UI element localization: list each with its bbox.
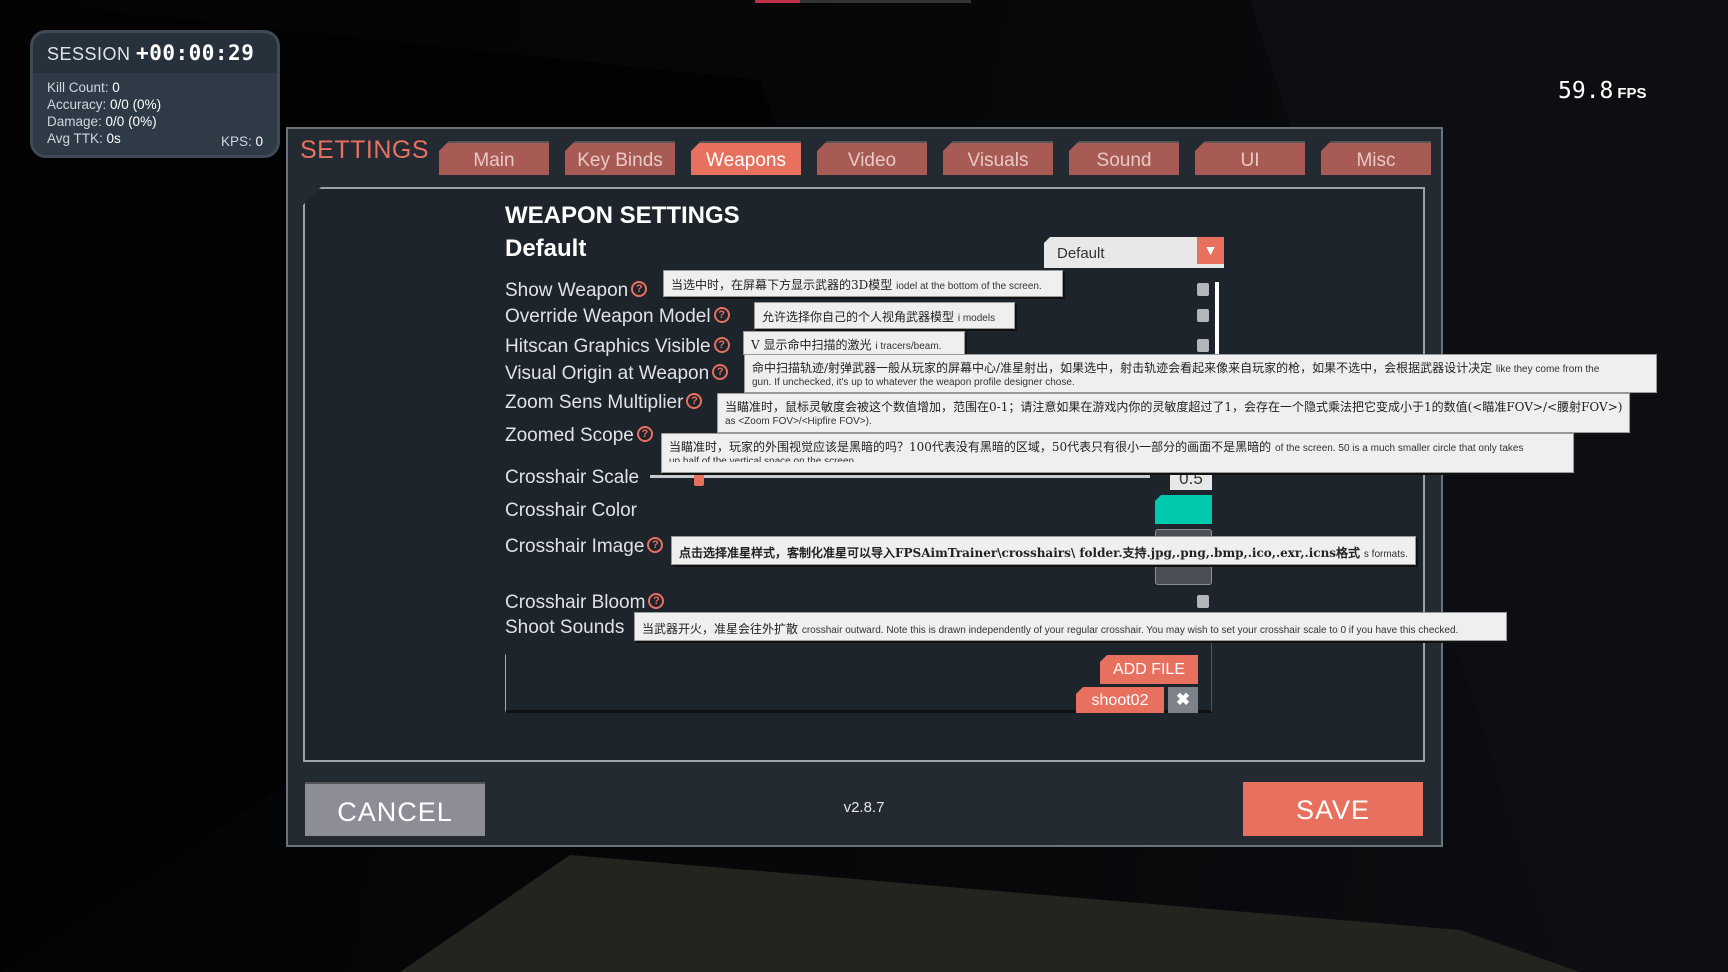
crosshair-color-label: Crosshair Color [505,500,637,521]
scrollbar[interactable] [1215,282,1219,354]
help-icon[interactable]: ? [636,426,653,442]
tooltip-crosshair-image: 点击选择准星样式，客制化准星可以导入FPSAimTrainer\crosshai… [671,536,1416,565]
tab-misc[interactable]: Misc [1321,141,1431,175]
tooltip-override-weapon-model: 允许选择你自己的个人视角武器模型 i models [754,302,1015,329]
help-icon[interactable]: ? [686,393,703,409]
profile-name: Default [505,235,587,262]
fps-label: FPS [1617,85,1647,102]
accuracy-value: 0/0 (0%) [110,97,162,112]
top-bar-accent [755,0,800,3]
show-weapon-label: Show Weapon? [505,280,648,302]
tooltip-hitscan-graphics: V 显示命中扫描的激光 i tracers/beam. [743,331,965,355]
version-label: v2.8.7 [843,799,885,816]
session-label: SESSION [47,44,131,64]
shoot-sounds-label: Shoot Sounds [505,617,625,638]
zoom-sens-multiplier-label: Zoom Sens Multiplier? [505,392,703,414]
kps: KPS: 0 [221,134,263,149]
tab-main[interactable]: Main [439,141,549,175]
close-icon[interactable]: ✖ [1168,687,1198,713]
accuracy: Accuracy: 0/0 (0%) [47,96,263,113]
tooltip-visual-origin: 命中扫描轨迹/射弹武器一般从玩家的屏幕中心/准星射出，如果选中，射击轨迹会看起来… [744,354,1657,393]
crosshair-image-label: Crosshair Image? [505,536,664,558]
override-weapon-model-checkbox[interactable] [1197,309,1209,322]
dropdown-value: Default [1057,245,1105,262]
visual-origin-label: Visual Origin at Weapon? [505,363,729,385]
kill-count-value: 0 [112,80,120,95]
show-weapon-checkbox[interactable] [1197,283,1209,296]
kps-value: 0 [255,134,263,149]
chevron-down-icon[interactable]: ▼ [1197,237,1224,264]
help-icon[interactable]: ? [648,593,665,609]
help-icon[interactable]: ? [713,337,730,353]
settings-title: SETTINGS [300,136,430,164]
override-weapon-model-label: Override Weapon Model? [505,306,730,328]
zoomed-scope-label: Zoomed Scope? [505,425,653,447]
tab-video[interactable]: Video [817,141,927,175]
tab-sound[interactable]: Sound [1069,141,1179,175]
session-stats-panel: SESSION +00:00:29 Kill Count: 0 Accuracy… [30,30,280,158]
tab-visuals[interactable]: Visuals [943,141,1053,175]
fps-counter: 59.8 FPS [1558,78,1647,104]
damage: Damage: 0/0 (0%) [47,113,263,130]
tab-key-binds[interactable]: Key Binds [565,141,675,175]
fps-value: 59.8 [1558,78,1614,104]
help-icon[interactable]: ? [647,537,664,553]
kill-count-label: Kill Count: [47,80,109,95]
hitscan-graphics-checkbox[interactable] [1197,339,1209,352]
avg-ttk-label: Avg TTK: [47,131,103,146]
cancel-button[interactable]: CANCEL [305,782,485,836]
tab-weapons[interactable]: Weapons [691,141,801,175]
crosshair-bloom-checkbox[interactable] [1197,595,1209,608]
damage-value: 0/0 (0%) [105,114,157,129]
crosshair-scale-slider-handle[interactable] [694,474,704,486]
tooltip-crosshair-bloom: 当武器开火，准星会往外扩散 crosshair outward. Note th… [634,612,1507,641]
kill-count: Kill Count: 0 [47,79,263,96]
tooltip-show-weapon: 当选中时，在屏幕下方显示武器的3D模型 iodel at the bottom … [663,270,1063,297]
help-icon[interactable]: ? [631,281,648,297]
tooltip-zoomed-scope: 当瞄准时，玩家的外围视觉应该是黑暗的吗？100代表没有黑暗的区域，50代表只有很… [661,433,1574,473]
avg-ttk-value: 0s [106,131,121,146]
crosshair-scale-label: Crosshair Scale [505,467,640,488]
accuracy-label: Accuracy: [47,97,107,112]
help-icon[interactable]: ? [712,364,729,380]
hitscan-graphics-visible-label: Hitscan Graphics Visible? [505,336,730,358]
tooltip-zoom-sens: 当瞄准时，鼠标灵敏度会被这个数值增加，范围在0-1；请注意如果在游戏内你的灵敏度… [717,393,1630,433]
help-icon[interactable]: ? [713,307,730,323]
section-title: WEAPON SETTINGS [505,202,740,229]
damage-label: Damage: [47,114,102,129]
sound-file-chip[interactable]: shoot02 [1076,687,1164,713]
session-time: +00:00:29 [136,41,255,65]
crosshair-color-swatch[interactable] [1155,495,1212,524]
add-file-button[interactable]: ADD FILE [1100,655,1198,684]
save-button[interactable]: SAVE [1243,782,1423,836]
weapon-profile-dropdown[interactable]: Default ▼ [1044,237,1224,268]
crosshair-scale-slider[interactable] [650,475,1150,478]
crosshair-bloom-label: Crosshair Bloom? [505,592,665,614]
kps-label: KPS: [220,134,252,149]
session-header: SESSION +00:00:29 [33,33,277,73]
tab-ui[interactable]: UI [1195,141,1305,175]
